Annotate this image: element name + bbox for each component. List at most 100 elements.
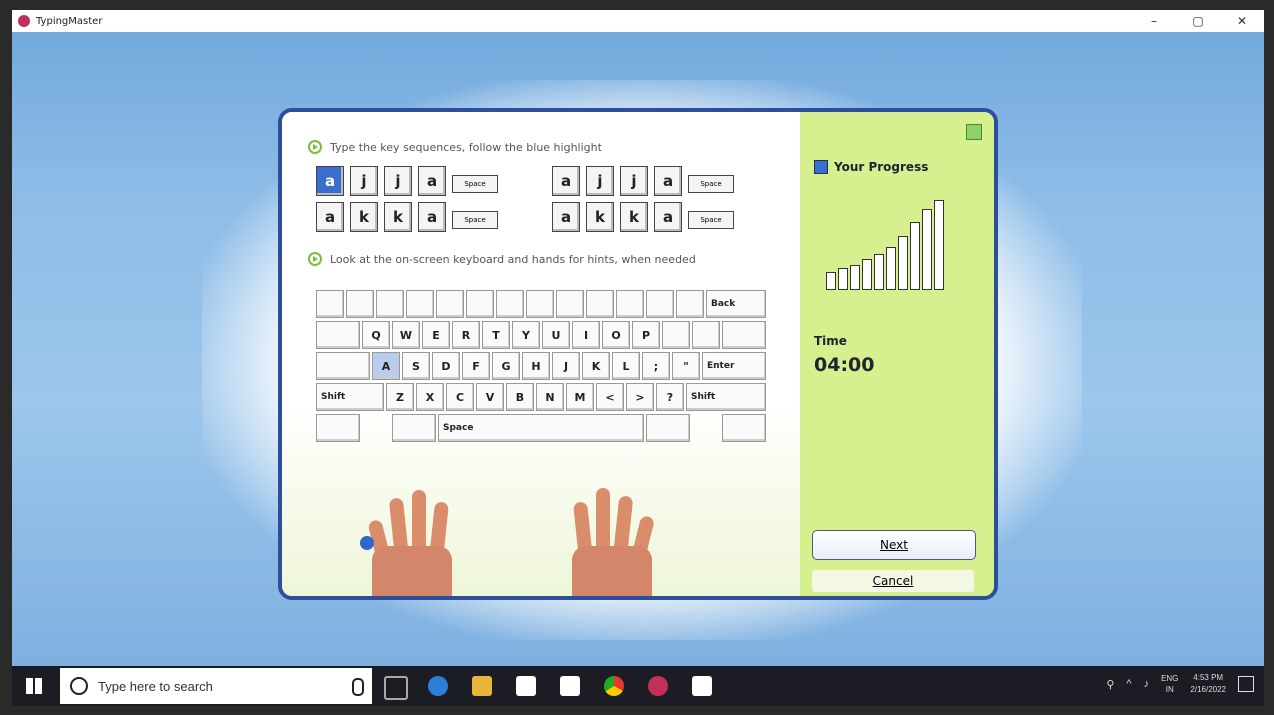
progress-bar <box>850 265 860 290</box>
key <box>436 290 464 318</box>
key: C <box>446 383 474 411</box>
key: G <box>492 352 520 380</box>
keyboard-row-space: Space <box>316 414 766 442</box>
key <box>496 290 524 318</box>
key: Q <box>362 321 390 349</box>
cancel-button[interactable]: Cancel <box>812 570 974 592</box>
sequence-key: a <box>552 166 580 196</box>
people-icon[interactable]: ⚲ <box>1106 678 1114 691</box>
minimize-button[interactable]: – <box>1132 10 1176 32</box>
store-icon[interactable] <box>516 676 536 696</box>
key-enter: Enter <box>702 352 766 380</box>
key: Y <box>512 321 540 349</box>
key <box>586 290 614 318</box>
typingmaster-taskbar-icon[interactable] <box>648 676 668 696</box>
key: V <box>476 383 504 411</box>
time-label: Time <box>814 334 847 348</box>
windows-start-icon[interactable] <box>26 678 42 694</box>
key: ? <box>656 383 684 411</box>
chevron-up-icon[interactable]: ^ <box>1126 678 1131 690</box>
chrome-icon[interactable] <box>604 676 624 696</box>
sequence-key: j <box>384 166 412 196</box>
key: F <box>462 352 490 380</box>
hands-illustration <box>358 462 678 596</box>
key-space: Space <box>438 414 644 442</box>
key: " <box>672 352 700 380</box>
clock-date: 2/16/2022 <box>1190 685 1226 694</box>
language-region: IN <box>1165 685 1174 694</box>
app-taskbar-icon[interactable] <box>692 676 712 696</box>
search-placeholder: Type here to search <box>98 678 213 694</box>
clock[interactable]: 4:53 PM 2/16/2022 <box>1190 672 1226 696</box>
key: L <box>612 352 640 380</box>
sequence-key: a <box>654 166 682 196</box>
sequence-row-3: a k k a Space <box>316 202 498 232</box>
system-tray: ⚲ ^ ♪ ENG IN 4:53 PM 2/16/2022 <box>1106 672 1254 696</box>
key: D <box>432 352 460 380</box>
right-hand <box>558 476 668 596</box>
key: ; <box>642 352 670 380</box>
search-icon <box>70 677 88 695</box>
key-active: A <box>372 352 400 380</box>
options-icon[interactable] <box>966 124 982 140</box>
sequence-key: a <box>552 202 580 232</box>
instruction-text-2: Look at the on-screen keyboard and hands… <box>330 252 696 266</box>
key: X <box>416 383 444 411</box>
key <box>616 290 644 318</box>
keyboard-row-bottom: Shift Z X C V B N M < > ? Shift <box>316 383 766 411</box>
sequence-key: a <box>316 202 344 232</box>
time-value: 04:00 <box>814 354 875 376</box>
language-indicator[interactable]: ENG IN <box>1161 673 1178 695</box>
language-code: ENG <box>1161 674 1179 683</box>
next-button[interactable]: Next <box>812 530 976 560</box>
play-bullet-icon <box>308 252 322 266</box>
key: S <box>402 352 430 380</box>
key <box>466 290 494 318</box>
progress-bar <box>922 209 932 290</box>
sequence-key: a <box>654 202 682 232</box>
sequence-key: k <box>586 202 614 232</box>
close-button[interactable]: ✕ <box>1220 10 1264 32</box>
key-ctrl <box>316 414 360 442</box>
progress-bar <box>874 254 884 290</box>
key: N <box>536 383 564 411</box>
sequence-key: j <box>350 166 378 196</box>
edge-icon[interactable] <box>428 676 448 696</box>
key: K <box>582 352 610 380</box>
app-icon <box>18 15 30 27</box>
sequence-key: j <box>586 166 614 196</box>
progress-bar <box>838 268 848 290</box>
sequence-space-key: Space <box>688 211 734 229</box>
maximize-button[interactable]: ▢ <box>1176 10 1220 32</box>
title-bar: TypingMaster – ▢ ✕ <box>12 10 1264 32</box>
key: R <box>452 321 480 349</box>
key <box>662 321 690 349</box>
key: < <box>596 383 624 411</box>
sequence-space-key: Space <box>452 211 498 229</box>
progress-bar <box>826 272 836 290</box>
progress-bar <box>898 236 908 290</box>
file-explorer-icon[interactable] <box>472 676 492 696</box>
task-view-icon[interactable] <box>384 676 408 700</box>
keyboard-row-top: Q W E R T Y U I O P <box>316 321 766 349</box>
sequence-space-key: Space <box>688 175 734 193</box>
instruction-keyboard: Look at the on-screen keyboard and hands… <box>308 252 696 266</box>
sequence-row-2: a j j a Space <box>552 166 734 196</box>
key <box>376 290 404 318</box>
notifications-icon[interactable] <box>1238 676 1254 692</box>
microphone-icon[interactable] <box>352 678 364 696</box>
key: J <box>552 352 580 380</box>
key: O <box>602 321 630 349</box>
taskbar-search[interactable]: Type here to search <box>60 668 372 704</box>
progress-pane: Your Progress Time 04:00 Next Cancel <box>800 112 994 596</box>
finger-hint-dot <box>360 536 374 550</box>
key <box>556 290 584 318</box>
key-alt <box>392 414 436 442</box>
taskbar: Type here to search ⚲ ^ ♪ ENG IN 4:53 PM… <box>12 666 1264 706</box>
volume-icon[interactable]: ♪ <box>1144 678 1150 690</box>
key: > <box>626 383 654 411</box>
mail-icon[interactable] <box>560 676 580 696</box>
progress-bar <box>910 222 920 290</box>
key: M <box>566 383 594 411</box>
progress-bar <box>862 259 872 290</box>
